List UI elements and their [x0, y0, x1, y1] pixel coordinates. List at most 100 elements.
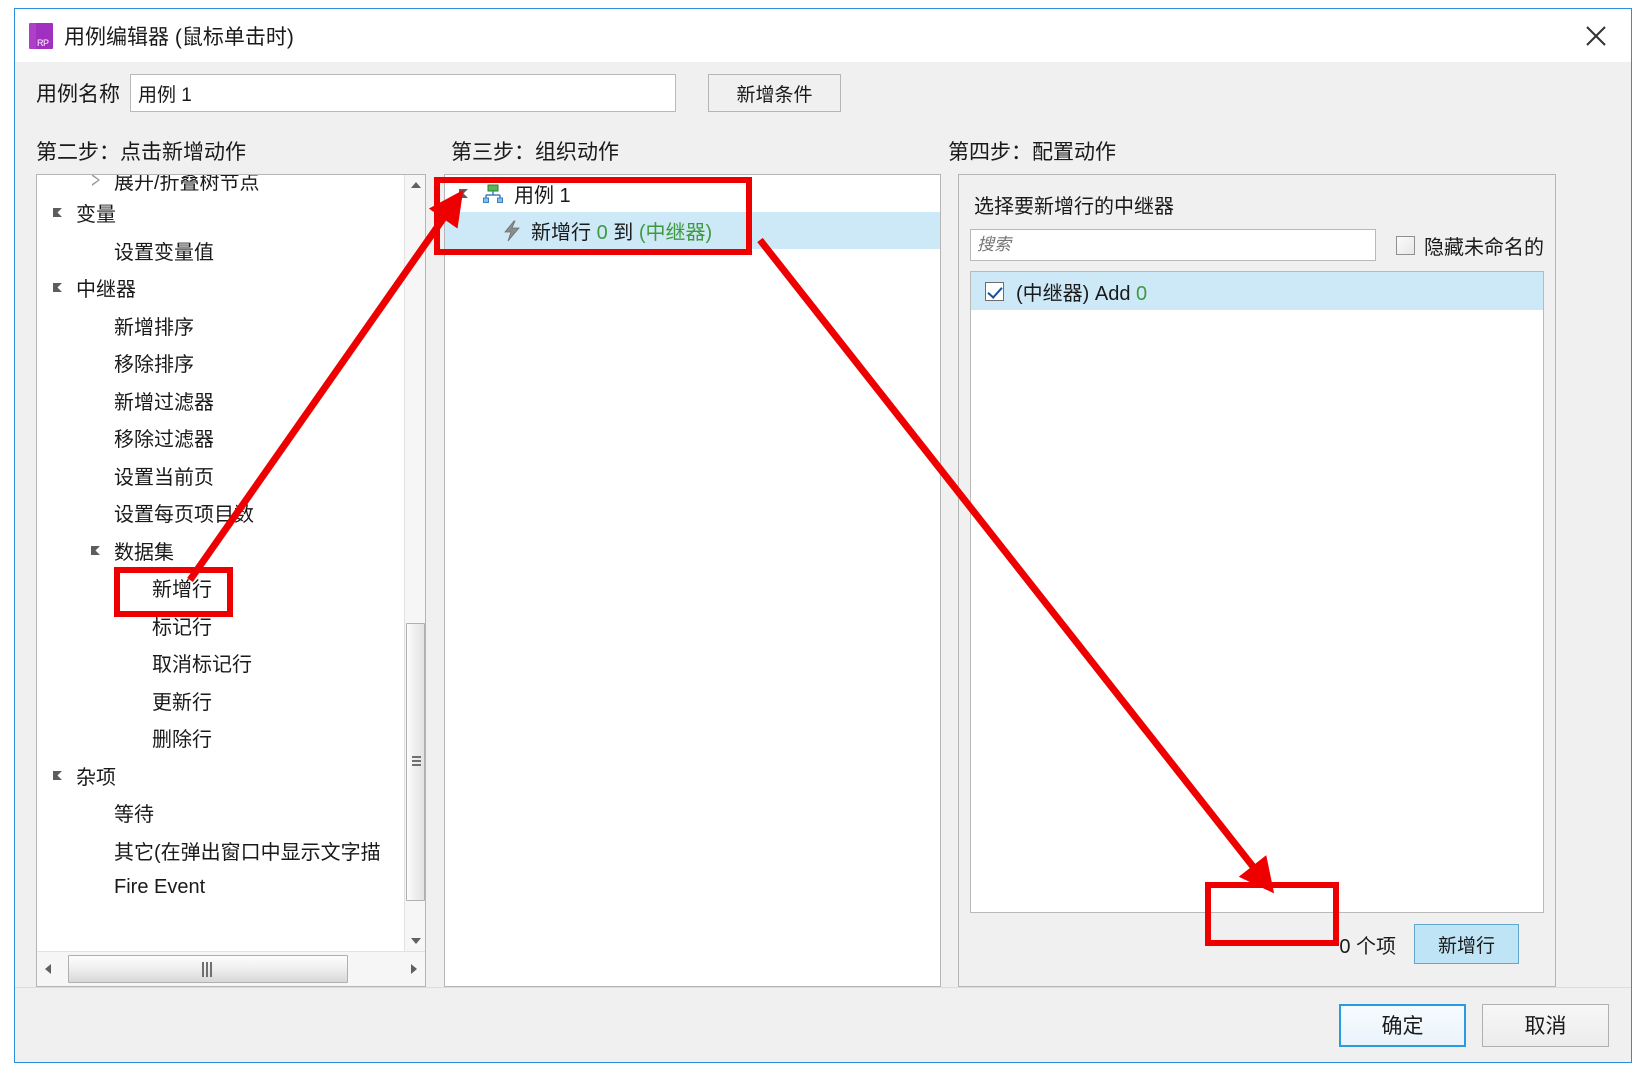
- organize-tree-root-label: 用例 1: [514, 185, 571, 207]
- case-name-label: 用例名称: [36, 83, 120, 106]
- tree-item-label: 设置变量值: [114, 241, 214, 264]
- repeater-item-checkbox[interactable]: [985, 281, 1004, 301]
- tree-item[interactable]: 展开/折叠树节点: [37, 175, 404, 194]
- tree-item[interactable]: 新增排序: [37, 307, 404, 345]
- configure-heading: 选择要新增行的中继器: [974, 196, 1174, 218]
- tree-item-label: 更新行: [152, 691, 212, 714]
- repeater-list-footer: 0 个项 新增行: [970, 913, 1544, 975]
- step4-title: 第四步：配置动作: [948, 141, 1116, 164]
- title-bar: 用例编辑器 (鼠标单击时): [15, 9, 1631, 62]
- organize-tree-action-item[interactable]: 新增行 0 到 (中继器): [445, 212, 940, 249]
- panels-container: 展开/折叠树节点变量设置变量值中继器新增排序移除排序新增过滤器移除过滤器设置当前…: [15, 166, 1631, 987]
- close-glyph: [1586, 25, 1606, 46]
- tree-item[interactable]: 其它(在弹出窗口中显示文字描: [37, 832, 404, 870]
- tree-item[interactable]: 移除排序: [37, 344, 404, 382]
- repeater-item-label: (中继器) Add 0: [1016, 277, 1147, 306]
- action-label-part: 到: [607, 222, 639, 244]
- tree-item-label: 变量: [76, 204, 116, 227]
- use-case-editor-dialog: 用例编辑器 (鼠标单击时) 用例名称 新增条件 第二步：点击新增动作 第三步：组…: [14, 8, 1632, 1063]
- ok-button[interactable]: 确定: [1339, 1003, 1466, 1047]
- tree-item[interactable]: 标记行: [37, 607, 404, 645]
- close-icon[interactable]: [1561, 9, 1631, 62]
- tree-item-label: 新增过滤器: [114, 391, 214, 414]
- tree-item-label: 移除过滤器: [114, 429, 214, 452]
- tree-item[interactable]: 设置当前页: [37, 457, 404, 495]
- lightning-icon: [502, 220, 522, 242]
- action-tree-panel: 展开/折叠树节点变量设置变量值中继器新增排序移除排序新增过滤器移除过滤器设置当前…: [36, 174, 426, 987]
- search-input[interactable]: [970, 229, 1376, 261]
- scroll-left-icon[interactable]: [37, 953, 59, 986]
- tree-item-label: 杂项: [76, 766, 116, 789]
- add-row-button[interactable]: 新增行: [1414, 924, 1519, 964]
- chevron-expanded-icon[interactable]: [51, 204, 68, 221]
- tree-item-label: 删除行: [152, 729, 212, 752]
- hide-unnamed-checkbox[interactable]: [1396, 235, 1415, 255]
- item-count-label: 0 个项: [1339, 935, 1396, 958]
- chevron-expanded-icon[interactable]: [51, 279, 68, 296]
- page-title: 用例编辑器 (鼠标单击时): [64, 25, 294, 49]
- tree-item-label: 其它(在弹出窗口中显示文字描: [114, 841, 381, 864]
- scroll-right-icon[interactable]: [403, 953, 425, 986]
- tree-item-label: 中继器: [76, 279, 136, 302]
- repeater-list-item[interactable]: (中继器) Add 0: [971, 272, 1543, 310]
- scroll-down-icon[interactable]: [405, 931, 425, 951]
- tree-item[interactable]: 中继器: [37, 269, 404, 307]
- step2-title: 第二步：点击新增动作: [36, 141, 246, 164]
- tree-item[interactable]: 杂项: [37, 757, 404, 795]
- tree-item-label: 展开/折叠树节点: [114, 175, 260, 194]
- repeater-item-label-part: (中继器) Add: [1016, 282, 1137, 305]
- action-label-part: 新增行: [531, 222, 597, 244]
- step-headers: 第二步：点击新增动作 第三步：组织动作 第四步：配置动作: [15, 124, 1631, 166]
- organize-actions-panel: 用例 1 新增行 0 到 (中继器): [444, 174, 941, 987]
- tree-item[interactable]: 等待: [37, 794, 404, 832]
- tree-item-label: 移除排序: [114, 354, 194, 377]
- vertical-scroll-thumb[interactable]: [406, 623, 425, 901]
- tree-item[interactable]: 数据集: [37, 532, 404, 570]
- organize-tree-root[interactable]: 用例 1: [445, 175, 940, 212]
- hide-unnamed-label: 隐藏未命名的: [1424, 236, 1544, 259]
- tree-item[interactable]: Fire Event: [37, 869, 404, 907]
- tree-item[interactable]: 设置每页项目数: [37, 494, 404, 532]
- chevron-expanded-icon[interactable]: [89, 542, 106, 559]
- tree-item[interactable]: 新增行: [37, 569, 404, 607]
- action-tree-vertical-scrollbar[interactable]: [404, 175, 425, 951]
- tree-item-label: 新增行: [152, 579, 212, 602]
- tree-item[interactable]: 取消标记行: [37, 644, 404, 682]
- action-label-part: (中继器): [638, 222, 713, 244]
- tree-item-label: 设置每页项目数: [114, 504, 254, 527]
- app-logo-icon: [29, 22, 53, 49]
- configure-search-row: 隐藏未命名的: [970, 229, 1544, 261]
- case-name-row: 用例名称 新增条件: [15, 62, 1631, 124]
- tree-item[interactable]: 设置变量值: [37, 232, 404, 270]
- tree-item[interactable]: 新增过滤器: [37, 382, 404, 420]
- chevron-collapsed-icon[interactable]: [89, 175, 106, 189]
- action-tree[interactable]: 展开/折叠树节点变量设置变量值中继器新增排序移除排序新增过滤器移除过滤器设置当前…: [37, 175, 404, 951]
- step3-title: 第三步：组织动作: [451, 141, 619, 164]
- tree-item-label: 新增排序: [114, 316, 194, 339]
- tree-item[interactable]: 更新行: [37, 682, 404, 720]
- case-name-input[interactable]: [130, 74, 676, 112]
- tree-item-label: Fire Event: [114, 876, 206, 899]
- cancel-button[interactable]: 取消: [1482, 1003, 1609, 1047]
- tree-item[interactable]: 变量: [37, 194, 404, 232]
- case-icon: [482, 184, 504, 204]
- tree-item-label: 数据集: [114, 541, 174, 564]
- tree-item[interactable]: 删除行: [37, 719, 404, 757]
- tree-item-label: 标记行: [152, 616, 212, 639]
- horizontal-scroll-thumb[interactable]: [68, 954, 348, 983]
- hide-unnamed-checkbox-wrap[interactable]: 隐藏未命名的: [1396, 231, 1544, 260]
- chevron-expanded-icon[interactable]: [457, 185, 474, 202]
- add-condition-button[interactable]: 新增条件: [708, 74, 841, 112]
- action-tree-horizontal-scrollbar[interactable]: [37, 951, 425, 986]
- chevron-expanded-icon[interactable]: [51, 767, 68, 784]
- tree-item-label: 取消标记行: [152, 654, 252, 677]
- tree-item[interactable]: 移除过滤器: [37, 419, 404, 457]
- tree-item-label: 设置当前页: [114, 466, 214, 489]
- dialog-footer: 确定 取消: [15, 987, 1631, 1062]
- action-label-part: 0: [596, 222, 608, 244]
- organize-tree[interactable]: 用例 1 新增行 0 到 (中继器): [445, 175, 940, 249]
- scroll-up-icon[interactable]: [405, 175, 425, 195]
- horizontal-scroll-track[interactable]: [59, 953, 403, 986]
- tree-item-label: 等待: [114, 804, 154, 827]
- repeater-list[interactable]: (中继器) Add 0: [970, 271, 1544, 913]
